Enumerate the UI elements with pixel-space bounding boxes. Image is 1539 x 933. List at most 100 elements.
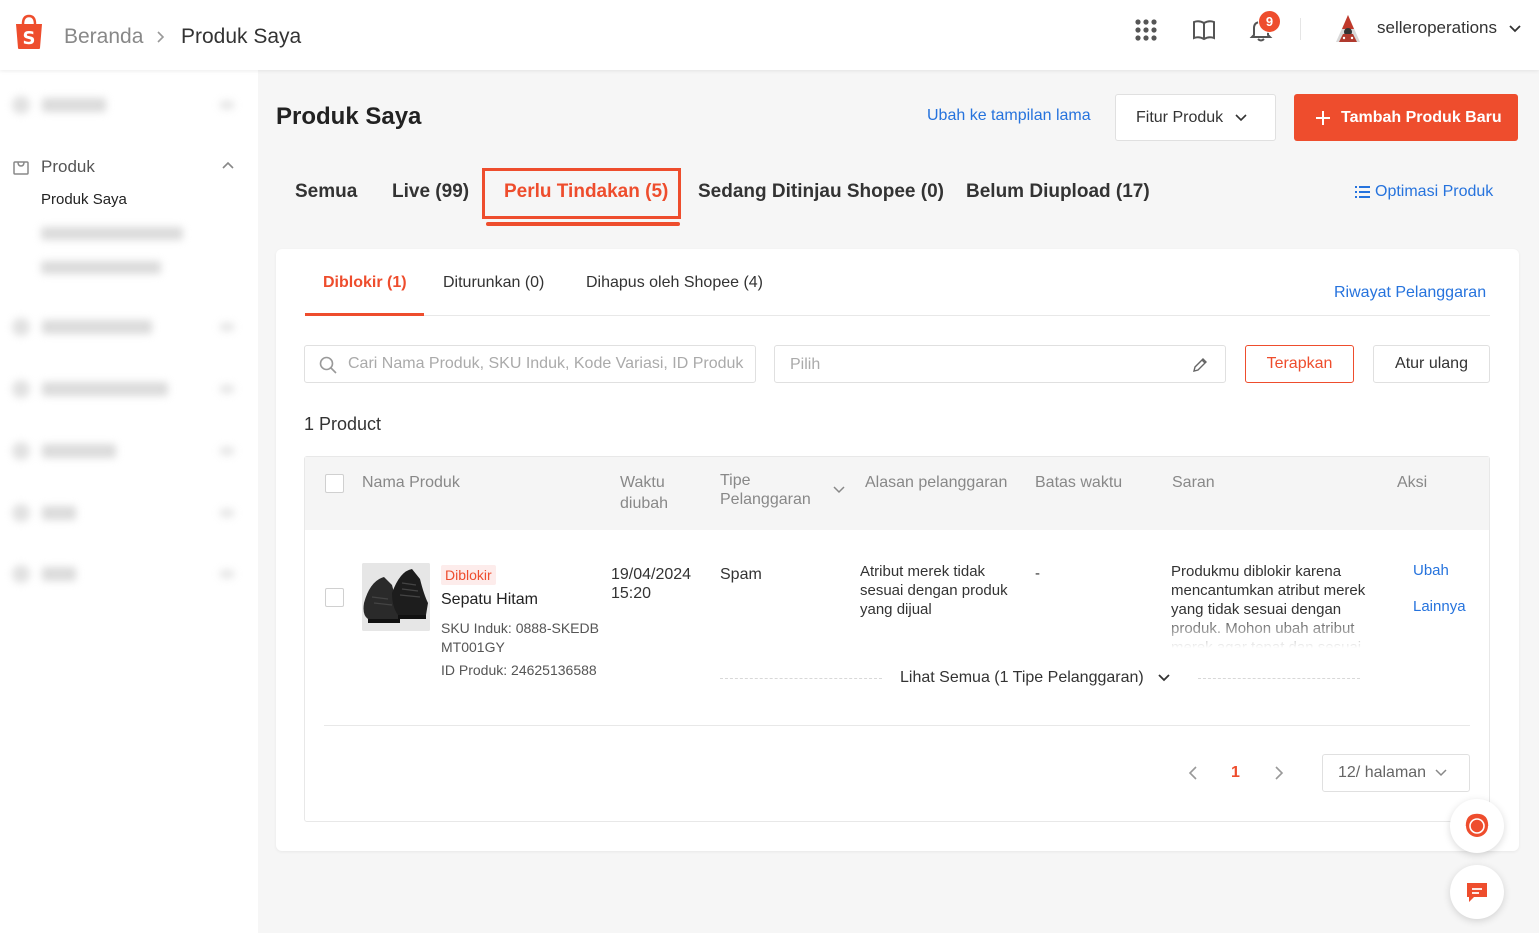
subtab-active-indicator <box>305 313 424 316</box>
tab-perlu-tindakan[interactable]: Perlu Tindakan (5) <box>504 181 668 203</box>
blurred-chevron-icon <box>220 447 234 455</box>
modified-date: 19/04/2024 <box>611 566 692 583</box>
sidebar-section-label: Produk <box>41 157 95 176</box>
select-all-checkbox[interactable] <box>325 474 344 493</box>
support-fab[interactable] <box>1450 799 1504 853</box>
th-nama-produk: Nama Produk <box>362 474 460 491</box>
breadcrumb-home[interactable]: Beranda <box>64 25 143 49</box>
th-tipe-line1[interactable]: Tipe <box>720 471 751 491</box>
subtab-diblokir[interactable]: Diblokir (1) <box>323 274 407 292</box>
more-link[interactable]: Lainnya <box>1413 598 1466 615</box>
optimize-product-link[interactable]: Optimasi Produk <box>1355 183 1493 201</box>
sidebar: Produk Produk Saya <box>0 70 258 933</box>
product-count: 1 Product <box>304 414 382 434</box>
notification-badge: 9 <box>1258 10 1281 33</box>
plus-icon <box>1316 110 1330 125</box>
page-title: Produk Saya <box>276 103 422 130</box>
product-thumbnail[interactable] <box>362 563 430 631</box>
search-box <box>304 345 756 383</box>
blurred-chevron-icon <box>220 323 234 331</box>
chevron-down-icon[interactable] <box>831 484 847 496</box>
support-icon <box>1465 813 1489 837</box>
suggestion-fade <box>1171 614 1383 648</box>
reset-button[interactable]: Atur ulang <box>1373 345 1490 383</box>
avatar[interactable] <box>1331 12 1365 46</box>
list-icon <box>1355 186 1370 198</box>
sidebar-item-blurred[interactable] <box>12 94 106 116</box>
edit-link[interactable]: Ubah <box>1413 562 1449 579</box>
th-tipe-line2[interactable]: Pelanggaran <box>720 490 811 510</box>
shopee-logo-icon[interactable]: S <box>13 14 45 50</box>
sidebar-section-produk[interactable]: Produk <box>12 157 95 177</box>
subtab-divider <box>305 315 1490 316</box>
dashed-divider <box>720 678 882 679</box>
add-product-label: Tambah Produk Baru <box>1341 108 1502 126</box>
apps-grid-icon[interactable] <box>1133 17 1159 43</box>
th-aksi: Aksi <box>1397 474 1428 491</box>
blurred-chevron-icon <box>220 385 234 393</box>
chat-fab[interactable] <box>1450 865 1504 919</box>
violation-reason: Atribut merek tidak sesuai dengan produk… <box>860 563 1008 618</box>
blurred-icon <box>12 504 30 522</box>
blurred-icon <box>12 318 30 336</box>
subtab-diturunkan[interactable]: Diturunkan (0) <box>443 274 544 292</box>
fitur-produk-button[interactable]: Fitur Produk <box>1115 94 1276 141</box>
row-divider <box>324 725 1470 726</box>
sidebar-item-blurred[interactable] <box>12 440 116 462</box>
page-size-select[interactable]: 12/ halaman <box>1322 754 1470 792</box>
violation-type-select[interactable]: Pilih <box>774 345 1226 383</box>
sidebar-item-blurred[interactable] <box>12 316 152 338</box>
product-sku: SKU Induk: 0888-SKEDBMT001GY <box>441 620 599 655</box>
chevron-down-icon[interactable] <box>1507 22 1523 36</box>
th-waktu-line1[interactable]: Waktu <box>620 473 665 493</box>
tab-belum-diupload[interactable]: Belum Diupload (17) <box>966 181 1150 203</box>
violation-history-link[interactable]: Riwayat Pelanggaran <box>1334 284 1486 302</box>
deadline: - <box>1035 565 1040 582</box>
breadcrumb-current: Produk Saya <box>181 25 302 48</box>
username[interactable]: selleroperations <box>1377 18 1497 38</box>
sidebar-item-blurred[interactable] <box>12 563 76 585</box>
add-product-button[interactable]: Tambah Produk Baru <box>1294 94 1518 141</box>
status-badge: Diblokir <box>441 565 496 585</box>
page-number[interactable]: 1 <box>1231 764 1240 782</box>
product-name[interactable]: Sepatu Hitam <box>441 591 538 609</box>
chat-icon <box>1467 883 1487 902</box>
blurred-chevron-icon <box>220 101 234 109</box>
old-view-link[interactable]: Ubah ke tampilan lama <box>927 107 1091 125</box>
sidebar-subitem-blurred[interactable] <box>41 261 161 274</box>
top-header: S Beranda Produk Saya 9 selleroperations <box>0 0 1539 70</box>
chevron-down-icon <box>1158 674 1170 682</box>
product-id: ID Produk: 24625136588 <box>441 662 597 678</box>
blurred-icon <box>12 565 30 583</box>
tab-sedang-ditinjau[interactable]: Sedang Ditinjau Shopee (0) <box>698 181 944 203</box>
header-divider <box>1300 18 1301 40</box>
chevron-down-icon <box>1235 113 1247 121</box>
modified-time: 15:20 <box>611 585 652 602</box>
sidebar-item-blurred[interactable] <box>12 378 168 400</box>
subtab-dihapus[interactable]: Dihapus oleh Shopee (4) <box>586 274 763 292</box>
row-checkbox[interactable] <box>325 588 344 607</box>
tab-semua[interactable]: Semua <box>295 181 357 203</box>
chevron-up-icon[interactable] <box>221 160 235 170</box>
chevron-down-icon <box>1435 769 1447 777</box>
blurred-icon <box>12 442 30 460</box>
sidebar-item-blurred[interactable] <box>12 502 76 524</box>
see-all-violations[interactable]: Lihat Semua (1 Tipe Pelanggaran) <box>900 669 1172 687</box>
shoe-image <box>362 563 430 631</box>
chevron-right-icon[interactable] <box>1272 765 1286 781</box>
sidebar-item-produk-saya[interactable]: Produk Saya <box>41 191 127 208</box>
sidebar-subitem-blurred[interactable] <box>41 227 183 240</box>
th-waktu-line2[interactable]: diubah <box>620 494 668 514</box>
blurred-chevron-icon <box>220 509 234 517</box>
chevron-left-icon[interactable] <box>1186 765 1200 781</box>
apply-button[interactable]: Terapkan <box>1245 345 1354 383</box>
book-icon[interactable] <box>1191 17 1217 43</box>
tab-live[interactable]: Live (99) <box>392 181 469 203</box>
th-saran: Saran <box>1172 474 1215 491</box>
blurred-icon <box>12 380 30 398</box>
blurred-chevron-icon <box>220 570 234 578</box>
search-input[interactable] <box>348 346 746 382</box>
search-icon <box>319 356 337 374</box>
select-placeholder: Pilih <box>790 356 821 373</box>
suggestion: Produkmu diblokir karena mencantumkan at… <box>1171 562 1383 648</box>
